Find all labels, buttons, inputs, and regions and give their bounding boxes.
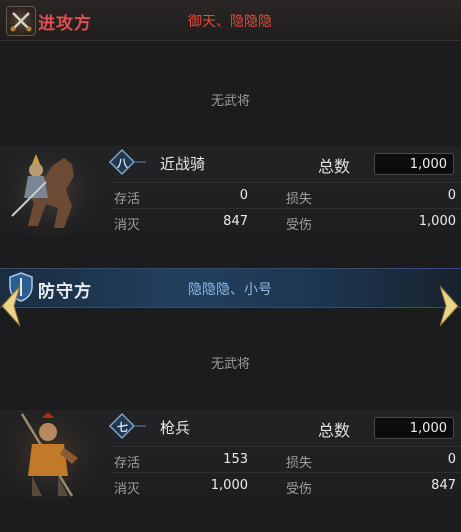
attacker-total-value: 1,000 xyxy=(374,153,454,175)
defender-player-names: 隐隐隐、小号 xyxy=(188,282,272,298)
attacker-side-label: 进攻方 xyxy=(38,14,92,34)
defender-side-label: 防守方 xyxy=(38,282,92,302)
attacker-survive-label: 存活 xyxy=(114,192,141,207)
attacker-loss-label: 损失 xyxy=(286,192,313,207)
attacker-wounded-label: 受伤 xyxy=(286,218,313,233)
cavalry-portrait xyxy=(2,146,98,236)
rank-badge-icon xyxy=(108,148,148,176)
attacker-no-general: 无武将 xyxy=(210,94,250,109)
defender-survive-label: 存活 xyxy=(114,456,141,471)
defender-no-general: 无武将 xyxy=(210,357,250,372)
spearman-portrait xyxy=(2,410,98,500)
attacker-loss-value: 0 xyxy=(447,188,456,203)
rank-badge-icon xyxy=(108,412,148,440)
attacker-player-names: 御天、隐隐隐 xyxy=(188,14,272,30)
attacker-survive-value: 0 xyxy=(239,188,248,203)
defender-destroy-label: 消灭 xyxy=(114,482,141,497)
defender-survive-value: 153 xyxy=(223,452,248,467)
divider xyxy=(110,208,461,209)
divider xyxy=(110,446,461,447)
crossed-swords-icon xyxy=(6,6,36,36)
attacker-unit-rank: 八 xyxy=(117,157,128,170)
defender-loss-value: 0 xyxy=(447,452,456,467)
attacker-unit-name: 近战骑 xyxy=(160,155,206,173)
defender-unit-name: 枪兵 xyxy=(160,419,191,437)
defender-total-label: 总数 xyxy=(318,421,351,440)
defender-unit-rank: 七 xyxy=(117,421,128,434)
arrow-left-icon[interactable] xyxy=(0,284,22,328)
defender-total-value: 1,000 xyxy=(374,417,454,439)
attacker-total-label: 总数 xyxy=(318,157,351,176)
attacker-wounded-value: 1,000 xyxy=(418,214,456,229)
defender-loss-label: 损失 xyxy=(286,456,313,471)
defender-wounded-label: 受伤 xyxy=(286,482,313,497)
attacker-destroy-label: 消灭 xyxy=(114,218,141,233)
defender-destroy-value: 1,000 xyxy=(210,478,248,493)
defender-wounded-value: 847 xyxy=(431,478,456,493)
divider xyxy=(110,472,461,473)
attacker-destroy-value: 847 xyxy=(223,214,248,229)
arrow-right-icon[interactable] xyxy=(438,284,460,328)
divider xyxy=(110,182,461,183)
